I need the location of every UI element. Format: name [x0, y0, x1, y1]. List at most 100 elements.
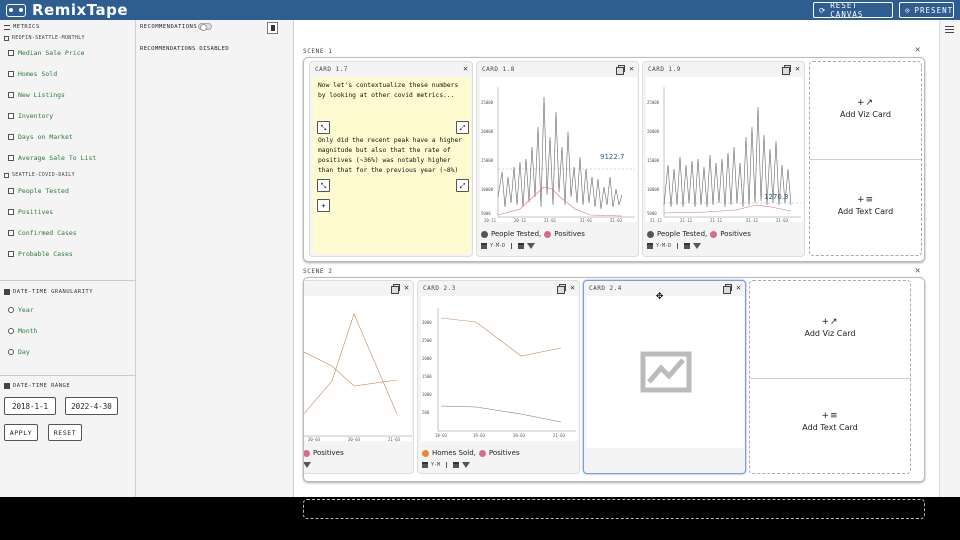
duplicate-icon[interactable] — [557, 284, 567, 294]
trash-icon[interactable] — [267, 22, 278, 34]
checkbox[interactable] — [8, 92, 14, 98]
calendar-icon[interactable] — [422, 462, 428, 468]
checkbox[interactable] — [8, 230, 14, 236]
y-tick: 25000 — [481, 100, 494, 105]
x-tick: 20-11 — [514, 218, 527, 222]
card-header: CARD 2.3 ✕ — [423, 283, 575, 294]
calendar-icon[interactable] — [481, 243, 487, 249]
x-tick: 18-03 — [435, 433, 448, 438]
series-dot — [544, 230, 552, 238]
close-icon[interactable]: ✕ — [404, 283, 409, 292]
granularity-year[interactable]: Year — [8, 306, 34, 314]
card-1-7[interactable]: CARD 1.7 ✕ Now let's contextualize these… — [309, 61, 473, 257]
database-icon — [4, 35, 9, 41]
card-2-3[interactable]: CARD 2.3 ✕ 3000 2500 2000 1500 1000 500 … — [417, 280, 580, 474]
scene-2: ✕ 20-03 20-03 21-03 Positives CARD 2.3 ✕… — [303, 277, 925, 482]
present-button[interactable]: ⊙ PRESENT — [899, 2, 954, 18]
calendar-icon[interactable] — [684, 243, 691, 249]
add-paragraph-button[interactable]: + — [317, 199, 330, 212]
duplicate-icon[interactable] — [616, 65, 626, 75]
duplicate-icon[interactable] — [723, 284, 733, 294]
annotation-value: 9122.7 — [600, 153, 625, 161]
filter-icon[interactable] — [462, 462, 471, 468]
card-2-2[interactable]: ✕ 20-03 20-03 21-03 Positives — [304, 280, 414, 474]
note-text-1: Now let's contextualize these numbers by… — [318, 82, 459, 99]
scene-1-close-icon[interactable]: ✕ — [915, 45, 920, 55]
metric-people-tested[interactable]: People Tested — [8, 187, 69, 195]
metric-days-on-market[interactable]: Days on Market — [8, 133, 73, 141]
checkbox[interactable] — [8, 71, 14, 77]
chart-2-2: 20-03 20-03 21-03 — [304, 296, 412, 441]
apply-button[interactable]: APPLY — [4, 424, 38, 441]
text-note[interactable]: Now let's contextualize these numbers by… — [313, 77, 471, 254]
x-tick: 21-03 — [553, 433, 566, 438]
metric-confirmed-cases[interactable]: Confirmed Cases — [8, 229, 77, 237]
close-icon[interactable]: ✕ — [463, 64, 468, 73]
card-1-9[interactable]: CARD 1.9 ✕ 25000 20000 15000 10000 5000 … — [642, 61, 805, 257]
checkbox[interactable] — [8, 134, 14, 140]
menu-icon[interactable] — [945, 26, 954, 33]
card-2-4[interactable]: CARD 2.4 ✕ — [583, 280, 746, 474]
filter-icon[interactable] — [527, 243, 536, 249]
range-start-input[interactable]: 2018-1-1 — [4, 397, 56, 415]
range-end-input[interactable]: 2022-4-30 — [65, 397, 118, 415]
close-icon[interactable]: ✕ — [629, 64, 634, 73]
radio[interactable] — [8, 349, 14, 355]
add-scene-dropzone[interactable] — [303, 499, 925, 519]
story-canvas: SCENE 1 ✕ CARD 1.7 ✕ Now let's contextua… — [294, 20, 939, 519]
add-text-icon: +≡ — [856, 195, 875, 205]
card-1-8[interactable]: CARD 1.8 ✕ 25000 20000 15000 10000 5000 … — [476, 61, 639, 257]
checkbox[interactable] — [8, 50, 14, 56]
add-text-card-button[interactable]: +≡ Add Text Card — [810, 195, 921, 216]
metric-average-sale-to-list[interactable]: Average Sale To List — [8, 154, 96, 162]
close-icon[interactable]: ✕ — [736, 283, 741, 292]
expand-icon[interactable]: ⤢ — [456, 121, 469, 134]
reset-canvas-button[interactable]: ⟳ RESET CANVAS — [813, 1, 893, 19]
recommendations-toggle[interactable] — [198, 23, 212, 31]
checkbox[interactable] — [8, 251, 14, 257]
x-tick: 20-03 — [348, 437, 361, 441]
granularity-month[interactable]: Month — [8, 327, 38, 335]
duplicate-icon[interactable] — [782, 65, 792, 75]
recommendations-title: RECOMMENDATIONS — [140, 24, 198, 30]
checkbox[interactable] — [8, 113, 14, 119]
reset-button[interactable]: RESET — [48, 424, 82, 441]
add-text-icon: +≡ — [821, 411, 839, 421]
add-text-card-button[interactable]: +≡ Add Text Card — [750, 411, 910, 432]
x-tick: 21-01 — [544, 218, 557, 222]
separator — [511, 243, 513, 249]
filter-icon[interactable] — [304, 462, 311, 468]
metric-inventory[interactable]: Inventory — [8, 112, 53, 120]
scene-2-close-icon[interactable]: ✕ — [915, 266, 920, 276]
expand-icon[interactable]: ⤢ — [456, 179, 469, 192]
close-icon[interactable]: ✕ — [570, 283, 575, 292]
calendar-icon[interactable] — [518, 243, 525, 249]
metric-median-sale-price[interactable]: Median Sale Price — [8, 49, 85, 57]
close-icon[interactable]: ✕ — [795, 64, 800, 73]
checkbox[interactable] — [8, 188, 14, 194]
empty-chart-area[interactable] — [587, 296, 744, 448]
y-tick: 10000 — [481, 187, 494, 192]
source-header-covid: SEATTLE-COVID-DAILY — [4, 172, 75, 178]
calendar-icon — [4, 289, 10, 295]
metric-new-listings[interactable]: New Listings — [8, 91, 65, 99]
duplicate-icon[interactable] — [391, 284, 401, 294]
checkbox[interactable] — [8, 155, 14, 161]
granularity-day[interactable]: Day — [8, 348, 30, 356]
add-viz-card-button[interactable]: +↗ Add Viz Card — [810, 98, 921, 119]
metric-probable-cases[interactable]: Probable Cases — [8, 250, 73, 258]
metric-positives[interactable]: Positives — [8, 208, 53, 216]
radio[interactable] — [8, 307, 14, 313]
collapse-icon[interactable]: ⤡ — [317, 121, 330, 134]
card-controls: Y-M — [422, 462, 471, 468]
filter-icon[interactable] — [693, 243, 702, 249]
metric-homes-sold[interactable]: Homes Sold — [8, 70, 57, 78]
checkbox[interactable] — [8, 209, 14, 215]
note-text-2: Only did the recent peak have a higher m… — [318, 137, 463, 174]
collapse-icon[interactable]: ⤡ — [317, 179, 330, 192]
app-logo: RemixTape — [6, 1, 128, 19]
add-viz-card-button[interactable]: +↗ Add Viz Card — [750, 317, 910, 338]
calendar-icon[interactable] — [453, 462, 460, 468]
radio[interactable] — [8, 328, 14, 334]
calendar-icon[interactable] — [647, 243, 653, 249]
